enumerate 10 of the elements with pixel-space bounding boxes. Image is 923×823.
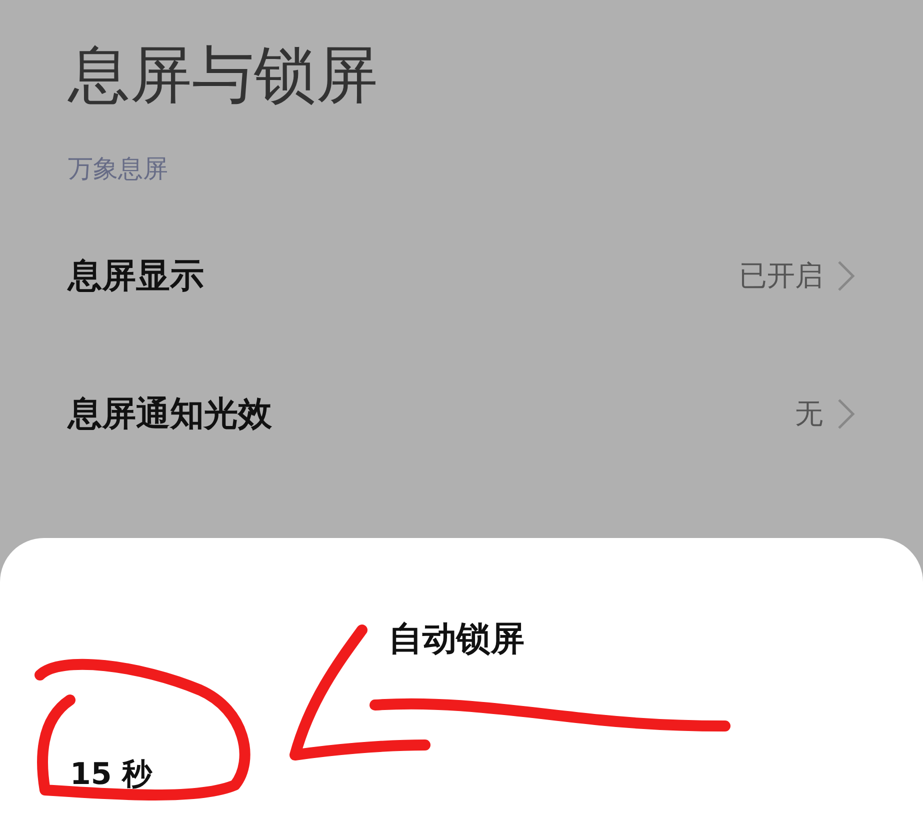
page-title: 息屏与锁屏 — [68, 38, 379, 112]
chevron-icon — [837, 398, 855, 430]
setting-value: 已开启 — [739, 258, 823, 294]
setting-label[interactable]: 息屏显示 — [68, 253, 204, 300]
chevron-icon — [837, 260, 855, 292]
setting-value: 无 — [795, 396, 823, 432]
sheet-title: 自动锁屏 — [388, 618, 524, 661]
setting-label[interactable]: 息屏通知光效 — [68, 391, 272, 438]
section-header: 万象息屏 — [68, 153, 169, 186]
option-label[interactable]: 15 秒 — [70, 754, 923, 795]
